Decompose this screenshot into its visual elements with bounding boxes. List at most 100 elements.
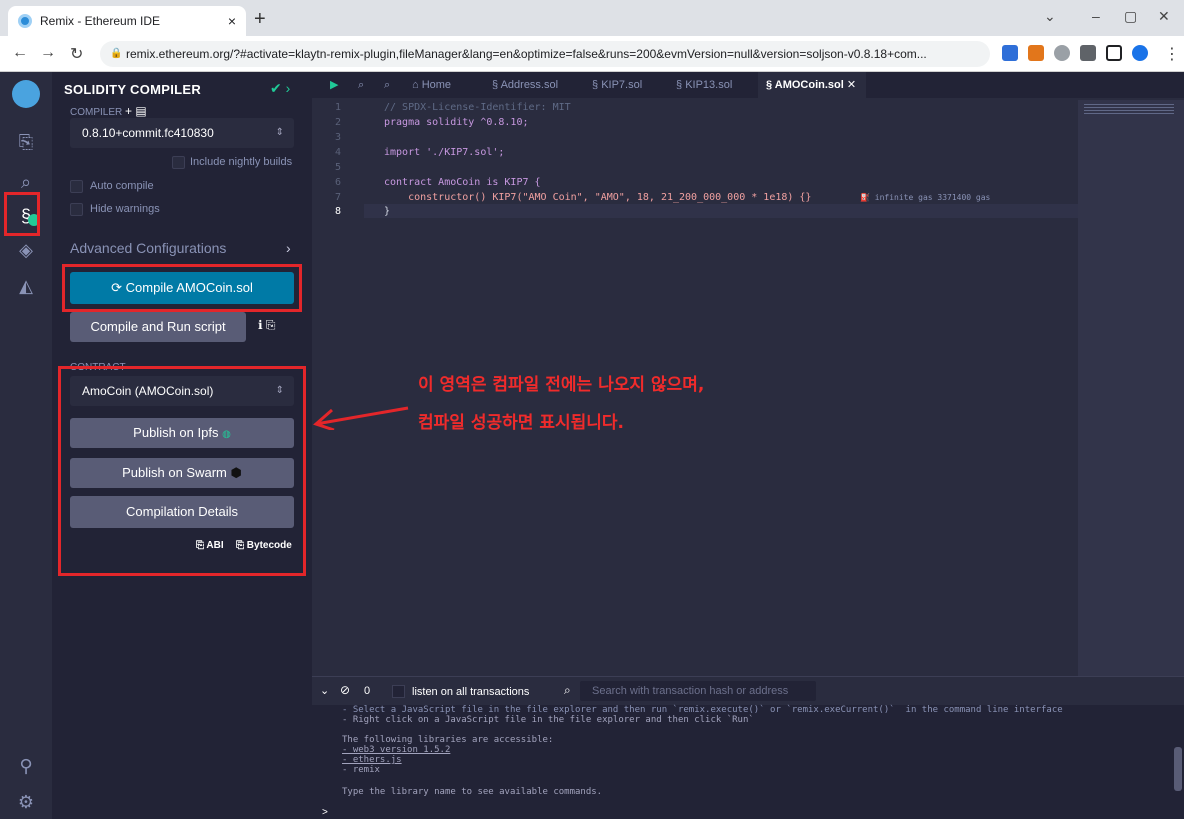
terminal-link[interactable]: - web3 version 1.5.2 — [342, 745, 450, 755]
plugin-manager-icon[interactable]: ⚲ — [12, 752, 40, 780]
line-number: 2 — [334, 117, 342, 128]
tab-amocoin-sol[interactable]: § AMOCoin.sol ✕ — [758, 72, 866, 98]
auto-compile-label: Auto compile — [90, 180, 154, 192]
tab-address-sol[interactable]: § Address.sol — [492, 72, 558, 98]
klaytn-plugin-icon[interactable]: ◭ — [12, 272, 40, 300]
new-tab-button[interactable]: + — [254, 8, 266, 31]
terminal-prompt[interactable]: > — [322, 807, 328, 818]
collapse-terminal-icon[interactable]: ⌄ — [320, 684, 329, 697]
hide-warnings-checkbox[interactable] — [70, 203, 83, 216]
tab-amocoin-label: AMOCoin.sol — [774, 79, 844, 91]
terminal-line: - Right click on a JavaScript file in th… — [342, 715, 754, 725]
url-text: remix.ethereum.org/?#activate=klaytn-rem… — [126, 47, 927, 61]
highlight-contract-area — [58, 366, 306, 576]
include-nightly-checkbox[interactable] — [172, 156, 185, 169]
compiler-version-select[interactable]: 0.8.10+commit.fc410830 ⇕ — [70, 118, 294, 148]
back-icon[interactable]: ← — [12, 44, 28, 62]
highlight-compiler-icon — [4, 192, 40, 236]
chevron-right-icon[interactable]: › — [286, 240, 291, 256]
tab-kip7-label: KIP7.sol — [601, 79, 643, 91]
line-number: 5 — [334, 162, 342, 173]
tab-address-label: Address.sol — [500, 79, 559, 91]
file-explorer-icon[interactable]: ⎘ — [12, 128, 40, 156]
tab-close-button[interactable]: × — [228, 13, 236, 29]
terminal-toolbar: ⌄ ⊘ 0 listen on all transactions ⌕ Searc… — [312, 677, 1184, 705]
metamask-icon[interactable] — [1028, 45, 1044, 61]
minimap[interactable] — [1078, 100, 1184, 676]
zoom-in-icon[interactable]: ⌕ — [384, 72, 390, 98]
terminal-line: The following libraries are accessible: — [342, 735, 554, 745]
sidebar-icon[interactable] — [1106, 45, 1122, 61]
remix-favicon-icon — [18, 14, 32, 28]
line-number: 8 — [334, 206, 342, 217]
remix-logo-icon[interactable] — [12, 80, 40, 108]
code-line: constructor() KIP7("AMO Coin", "AMO", 18… — [384, 192, 812, 203]
include-nightly-label: Include nightly builds — [190, 156, 293, 168]
forward-icon[interactable]: → — [40, 44, 56, 62]
menu-icon[interactable]: ⋮ — [1164, 44, 1180, 64]
avatar[interactable] — [1132, 45, 1148, 61]
tab-kip13-label: KIP13.sol — [685, 79, 733, 91]
terminal-line: Type the library name to see available c… — [342, 787, 603, 797]
code-line: } — [384, 206, 391, 217]
puzzle-icon[interactable] — [1080, 45, 1096, 61]
url-field[interactable]: 🔒 remix.ethereum.org/?#activate=klaytn-r… — [100, 41, 990, 67]
terminal-search-input[interactable]: Search with transaction hash or address — [580, 681, 816, 701]
annotation-line-2: 컴파일 성공하면 표시됩니다. — [418, 413, 624, 433]
code-line: import './KIP7.sol'; — [384, 147, 505, 158]
browser-tab[interactable]: Remix - Ethereum IDE × — [8, 6, 246, 36]
tab-home-label: Home — [421, 79, 452, 91]
line-number: 1 — [334, 102, 342, 113]
hide-warnings-label: Hide warnings — [90, 203, 160, 215]
gas-estimate-text: infinite gas 3371400 gas — [874, 193, 991, 202]
minimize-icon[interactable]: – — [1092, 8, 1100, 24]
current-line-highlight — [364, 204, 1078, 218]
tab-kip7-sol[interactable]: § KIP7.sol — [592, 72, 642, 98]
select-arrows-icon: ⇕ — [275, 127, 284, 138]
zoom-out-icon[interactable]: ⌕ — [358, 72, 364, 98]
compiled-check-icon: ✔ › — [270, 80, 291, 96]
line-number: 7 — [334, 192, 342, 203]
highlight-compile-button — [62, 264, 302, 312]
terminal-panel: ⌄ ⊘ 0 listen on all transactions ⌕ Searc… — [312, 676, 1184, 819]
line-number: 4 — [334, 147, 342, 158]
code-line: pragma solidity ^0.8.10; — [384, 117, 529, 128]
info-icon[interactable]: ℹ ⎘ — [258, 318, 276, 333]
compile-run-button[interactable]: Compile and Run script — [70, 312, 246, 342]
code-line: // SPDX-License-Identifier: MIT — [384, 102, 571, 113]
lock-icon: 🔒 — [110, 48, 123, 59]
settings-gear-icon[interactable]: ⚙ — [12, 788, 40, 816]
solidity-compiler-panel: SOLIDITY COMPILER ✔ › COMPILER + ▤ 0.8.1… — [52, 72, 312, 819]
terminal-scrollbar[interactable] — [1174, 747, 1182, 791]
advanced-configurations[interactable]: Advanced Configurations — [70, 240, 226, 256]
minimap-preview — [1084, 104, 1174, 116]
terminal-line: - Select a JavaScript file in the file e… — [342, 705, 1063, 715]
address-bar-row: ← → ↻ 🔒 remix.ethereum.org/?#activate=kl… — [0, 36, 1184, 72]
listen-checkbox[interactable] — [392, 685, 405, 698]
terminal-link[interactable]: - ethers.js — [342, 755, 402, 765]
auto-compile-checkbox[interactable] — [70, 180, 83, 193]
annotation-arrow — [312, 404, 412, 432]
tab-search-icon[interactable]: ⌄ — [1044, 8, 1056, 25]
listen-label: listen on all transactions — [412, 686, 530, 698]
extension-icon[interactable] — [1002, 45, 1018, 61]
close-window-icon[interactable]: ✕ — [1158, 8, 1170, 25]
add-compiler-icon[interactable]: + ▤ — [125, 104, 147, 118]
compiler-version-value: 0.8.10+commit.fc410830 — [82, 126, 214, 140]
terminal-line: - remix — [342, 765, 380, 775]
tab-home[interactable]: ⌂ Home — [412, 72, 451, 98]
clear-console-icon[interactable]: ⊘ — [340, 683, 350, 697]
browser-tab-strip: Remix - Ethereum IDE × + ⌄ – ▢ ✕ — [0, 0, 1184, 36]
reload-icon[interactable]: ↻ — [70, 44, 83, 64]
extension-icon-2[interactable] — [1054, 45, 1070, 61]
panel-title: SOLIDITY COMPILER — [64, 82, 202, 97]
deploy-run-icon[interactable]: ◈ — [12, 236, 40, 264]
tab-title: Remix - Ethereum IDE — [40, 14, 161, 28]
run-icon[interactable]: ▶ — [330, 72, 338, 98]
maximize-icon[interactable]: ▢ — [1124, 8, 1137, 25]
gas-estimate: ⛽ infinite gas 3371400 gas — [860, 193, 991, 202]
tab-kip13-sol[interactable]: § KIP13.sol — [676, 72, 732, 98]
pending-tx-count: 0 — [364, 685, 371, 697]
code-line: contract AmoCoin is KIP7 { — [384, 177, 541, 188]
annotation-line-1: 이 영역은 컴파일 전에는 나오지 않으며, — [418, 375, 705, 395]
